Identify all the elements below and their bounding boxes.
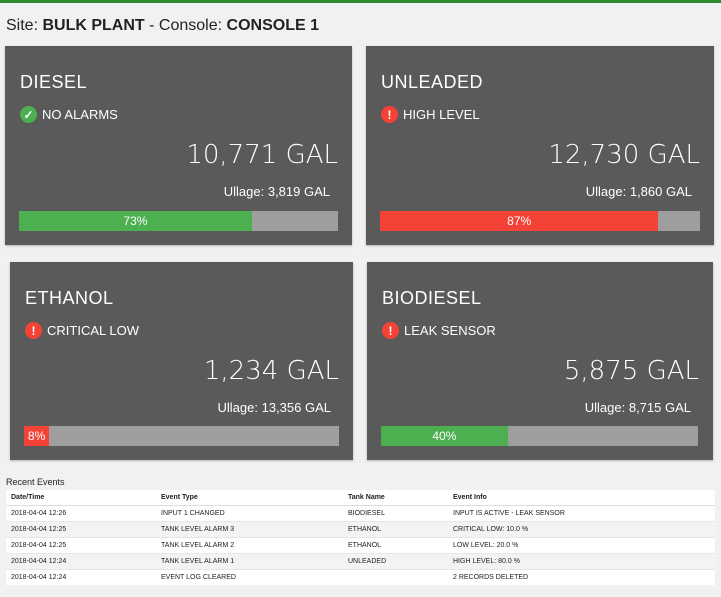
level-bar: 40% bbox=[381, 426, 698, 446]
event-tank: ETHANOL bbox=[343, 537, 448, 554]
site-label: Site: bbox=[6, 17, 39, 34]
event-datetime: 2018-04-04 12:26 bbox=[6, 505, 156, 522]
recent-events-table: Date/Time Event Type Tank Name Event Inf… bbox=[6, 490, 715, 585]
site-name: BULK PLANT bbox=[42, 17, 145, 34]
tank-volume: 12,730 GAL bbox=[548, 140, 700, 170]
console-label: Console: bbox=[158, 17, 223, 34]
event-tank: UNLEADED bbox=[343, 553, 448, 570]
event-type: INPUT 1 CHANGED bbox=[156, 505, 343, 522]
level-fill: 8% bbox=[24, 426, 50, 446]
level-fill: 73% bbox=[19, 211, 252, 231]
tank-name: DIESEL bbox=[20, 72, 88, 92]
table-header-row: Date/Time Event Type Tank Name Event Inf… bbox=[6, 490, 715, 506]
event-datetime: 2018-04-04 12:25 bbox=[6, 521, 156, 538]
tank-volume: 1,234 GAL bbox=[203, 356, 339, 386]
column-header-event-type: Event Type bbox=[156, 490, 343, 506]
level-percent: 8% bbox=[27, 429, 46, 443]
alert-circle-icon: ! bbox=[382, 322, 399, 339]
event-type: EVENT LOG CLEARED bbox=[156, 569, 343, 585]
status-text: NO ALARMS bbox=[42, 107, 118, 122]
status-text: LEAK SENSOR bbox=[404, 323, 496, 338]
event-info: CRITICAL LOW: 10.0 % bbox=[448, 521, 715, 538]
level-bar: 8% bbox=[24, 426, 339, 446]
table-row[interactable]: 2018-04-04 12:24 EVENT LOG CLEARED 2 REC… bbox=[6, 569, 715, 585]
tank-ullage: Ullage: 1,860 GAL bbox=[585, 184, 692, 199]
event-datetime: 2018-04-04 12:25 bbox=[6, 537, 156, 554]
tank-name: BIODIESEL bbox=[382, 288, 482, 308]
event-info: LOW LEVEL: 20.0 % bbox=[448, 537, 715, 554]
table-row[interactable]: 2018-04-04 12:24 TANK LEVEL ALARM 1 UNLE… bbox=[6, 553, 715, 570]
event-info: HIGH LEVEL: 80.0 % bbox=[448, 553, 715, 570]
tank-ullage: Ullage: 8,715 GAL bbox=[584, 400, 691, 415]
event-datetime: 2018-04-04 12:24 bbox=[6, 553, 156, 570]
recent-events-title: Recent Events bbox=[6, 477, 65, 487]
console-name: CONSOLE 1 bbox=[226, 17, 319, 34]
tank-status: ! LEAK SENSOR bbox=[382, 322, 496, 339]
event-type: TANK LEVEL ALARM 3 bbox=[156, 521, 343, 538]
table-row[interactable]: 2018-04-04 12:26 INPUT 1 CHANGED BIODIES… bbox=[6, 505, 715, 522]
column-header-tank-name: Tank Name bbox=[343, 490, 448, 506]
tank-ullage: Ullage: 3,819 GAL bbox=[223, 184, 330, 199]
tank-status: ✓ NO ALARMS bbox=[20, 106, 118, 123]
tank-card-unleaded[interactable]: UNLEADED ! HIGH LEVEL 12,730 GAL Ullage:… bbox=[366, 46, 714, 245]
table-row[interactable]: 2018-04-04 12:25 TANK LEVEL ALARM 3 ETHA… bbox=[6, 521, 715, 538]
tank-card-ethanol[interactable]: ETHANOL ! CRITICAL LOW 1,234 GAL Ullage:… bbox=[10, 262, 353, 460]
level-fill: 40% bbox=[381, 426, 508, 446]
table-row[interactable]: 2018-04-04 12:25 TANK LEVEL ALARM 2 ETHA… bbox=[6, 537, 715, 554]
alert-circle-icon: ! bbox=[25, 322, 42, 339]
tank-name: UNLEADED bbox=[381, 72, 484, 92]
event-type: TANK LEVEL ALARM 1 bbox=[156, 553, 343, 570]
status-text: HIGH LEVEL bbox=[403, 107, 480, 122]
level-percent: 73% bbox=[123, 214, 148, 228]
event-info: 2 RECORDS DELETED bbox=[448, 569, 715, 585]
event-type: TANK LEVEL ALARM 2 bbox=[156, 537, 343, 554]
event-info: INPUT IS ACTIVE - LEAK SENSOR bbox=[448, 505, 715, 522]
tank-status: ! HIGH LEVEL bbox=[381, 106, 480, 123]
column-header-datetime: Date/Time bbox=[6, 490, 156, 506]
event-datetime: 2018-04-04 12:24 bbox=[6, 569, 156, 585]
event-tank: BIODIESEL bbox=[343, 505, 448, 522]
tank-volume: 5,875 GAL bbox=[563, 356, 699, 386]
tank-volume: 10,771 GAL bbox=[186, 140, 338, 170]
tank-card-diesel[interactable]: DIESEL ✓ NO ALARMS 10,771 GAL Ullage: 3,… bbox=[5, 46, 352, 245]
level-bar: 73% bbox=[19, 211, 338, 231]
tank-card-biodiesel[interactable]: BIODIESEL ! LEAK SENSOR 5,875 GAL Ullage… bbox=[367, 262, 713, 460]
level-percent: 87% bbox=[507, 214, 532, 228]
level-percent: 40% bbox=[432, 429, 457, 443]
alert-circle-icon: ! bbox=[381, 106, 398, 123]
event-tank bbox=[343, 569, 448, 585]
status-text: CRITICAL LOW bbox=[47, 323, 139, 338]
tank-ullage: Ullage: 13,356 GAL bbox=[217, 400, 331, 415]
column-header-event-info: Event Info bbox=[448, 490, 715, 506]
level-bar: 87% bbox=[380, 211, 700, 231]
tank-status: ! CRITICAL LOW bbox=[25, 322, 139, 339]
level-fill: 87% bbox=[380, 211, 659, 231]
site-header: Site: BULK PLANT - Console: CONSOLE 1 bbox=[6, 17, 319, 34]
check-circle-icon: ✓ bbox=[20, 106, 37, 123]
event-tank: ETHANOL bbox=[343, 521, 448, 538]
tank-name: ETHANOL bbox=[25, 288, 114, 308]
